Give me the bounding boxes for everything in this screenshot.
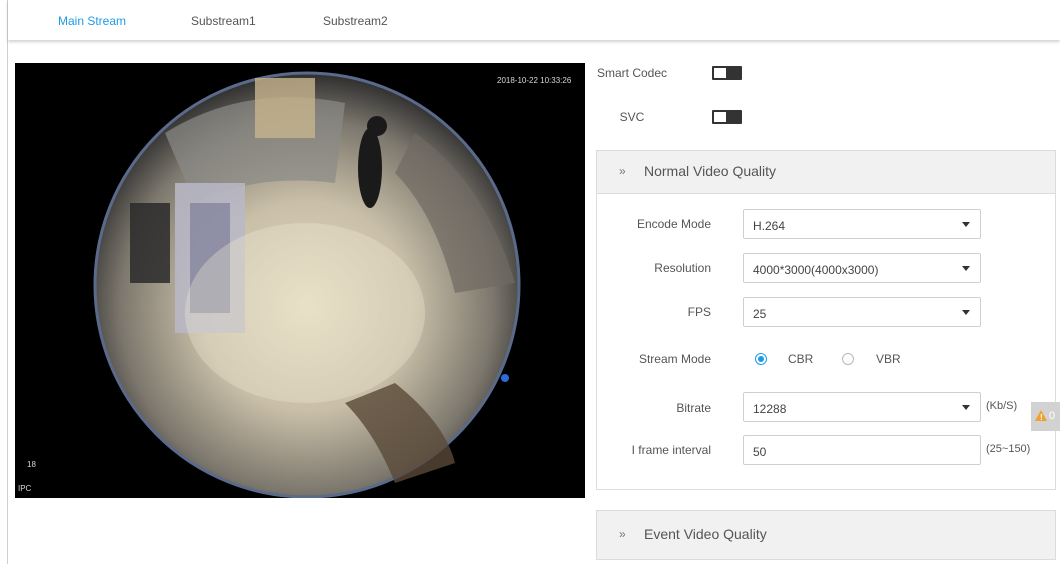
dropdown-caret-icon [962,405,970,410]
osd-channel: 18 [27,460,36,469]
osd-device: IPC [18,484,32,493]
fps-value: 25 [753,307,767,321]
resolution-select[interactable]: 4000*3000(4000x3000) [743,253,981,283]
bitrate-select[interactable]: 12288 [743,392,981,422]
left-border [7,0,8,564]
normal-video-quality-panel: » Normal Video Quality Encode Mode H.264… [596,150,1056,490]
fps-select[interactable]: 25 [743,297,981,327]
iframe-interval-input[interactable]: 50 [743,435,981,465]
event-video-quality-panel: » Event Video Quality [596,510,1056,560]
iframe-interval-value: 50 [753,445,767,459]
video-preview[interactable]: 2018-10-22 10:33:26 18 IPC [15,63,585,498]
tab-substream1[interactable]: Substream1 [191,14,256,28]
normal-video-quality-header[interactable]: » Normal Video Quality [597,151,1055,194]
bitrate-value: 12288 [753,402,787,416]
svc-toggle[interactable] [712,110,742,124]
smart-codec-toggle[interactable] [712,66,742,80]
stream-tabs: Main Stream Substream1 Substream2 [8,0,1060,40]
cbr-radio[interactable] [755,353,767,365]
resolution-label: Resolution [654,261,711,275]
encode-mode-label: Encode Mode [636,217,711,231]
event-video-quality-title: Event Video Quality [644,526,767,542]
alert-count: 0 [1049,410,1056,422]
svc-label: SVC [619,110,645,124]
cbr-label: CBR [788,352,814,366]
chevron-right-icon: » [619,527,626,541]
dropdown-caret-icon [962,222,970,227]
vbr-label: VBR [876,352,901,366]
dropdown-caret-icon [962,310,970,315]
bitrate-unit: (Kb/S) [986,400,1018,412]
normal-video-quality-title: Normal Video Quality [644,163,777,179]
vbr-radio[interactable] [842,353,854,365]
chevron-down-icon: » [619,164,626,178]
tab-substream2[interactable]: Substream2 [323,14,388,28]
dropdown-caret-icon [962,266,970,271]
fps-label: FPS [687,305,711,319]
bitrate-label: Bitrate [676,401,711,415]
osd-timestamp: 2018-10-22 10:33:26 [497,76,572,85]
fisheye-image [93,71,521,498]
alert-badge[interactable]: ! 0 [1031,402,1060,431]
resolution-value: 4000*3000(4000x3000) [753,263,879,277]
iframe-interval-range: (25~150) [986,443,1031,455]
encode-mode-select[interactable]: H.264 [743,209,981,239]
stream-mode-label: Stream Mode [638,352,711,366]
event-video-quality-header[interactable]: » Event Video Quality [597,511,1055,559]
encode-mode-value: H.264 [753,219,786,233]
smart-codec-label: Smart Codec [596,66,668,80]
iframe-interval-label: I frame interval [631,443,711,457]
tab-main-stream[interactable]: Main Stream [58,14,126,28]
